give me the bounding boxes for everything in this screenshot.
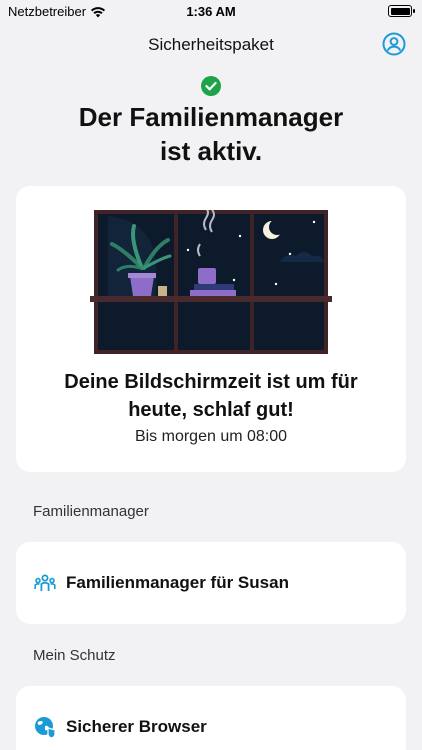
section-label-family: Familienmanager	[33, 503, 149, 520]
family-icon	[34, 574, 56, 591]
secure-browser-label: Sicherer Browser	[66, 717, 207, 736]
section-label-protection: Mein Schutz	[33, 647, 116, 664]
secure-browser-item[interactable]: Sicherer Browser	[16, 686, 406, 750]
nav-title: Sicherheitspaket	[148, 35, 274, 54]
battery-icon	[388, 5, 415, 17]
bedtime-heading: Deine Bildschirmzeit ist um für heute, s…	[16, 368, 406, 424]
bedtime-card: Deine Bildschirmzeit ist um für heute, s…	[16, 186, 406, 472]
bedtime-until: Bis morgen um 08:00	[134, 428, 288, 445]
globe-shield-icon	[35, 717, 56, 738]
family-manager-item[interactable]: Familienmanager für Susan	[16, 542, 406, 624]
bedtime-heading-line2: heute, schlaf gut!	[128, 399, 294, 421]
family-manager-label: Familienmanager für Susan	[66, 573, 289, 592]
check-circle-icon	[201, 76, 221, 96]
profile-icon[interactable]	[382, 32, 406, 56]
night-window-illustration	[90, 210, 332, 354]
clock: 1:36 AM	[186, 4, 236, 19]
status-heading-line2: ist aktiv.	[159, 136, 263, 166]
bedtime-heading-line1: Deine Bildschirmzeit ist um für	[64, 371, 358, 393]
status-heading: Der Familienmanager ist aktiv.	[0, 100, 422, 168]
status-bar: Netzbetreiber 1:36 AM	[0, 0, 422, 24]
status-heading-line1: Der Familienmanager	[78, 102, 344, 132]
nav-bar: Sicherheitspaket	[0, 30, 422, 58]
